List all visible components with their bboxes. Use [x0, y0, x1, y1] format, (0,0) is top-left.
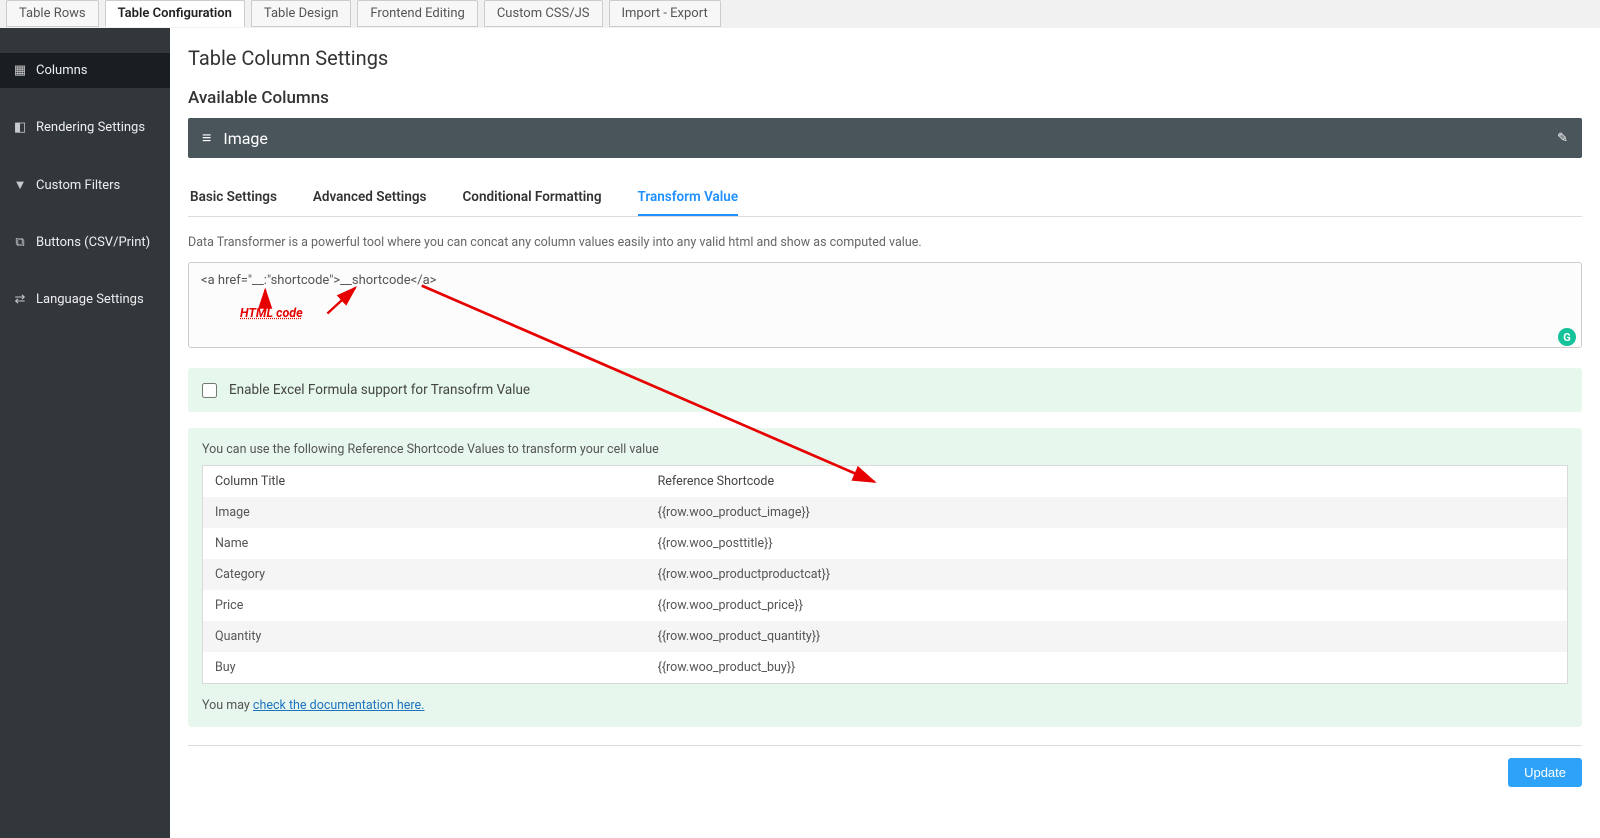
reference-th-shortcode: Reference Shortcode [646, 466, 1568, 498]
reference-column-title: Buy [203, 652, 646, 684]
reference-column-title: Price [203, 590, 646, 621]
sidebar-item-columns[interactable]: ▦ Columns [0, 53, 170, 88]
documentation-link[interactable]: check the documentation here. [253, 698, 425, 713]
reference-th-column-title: Column Title [203, 466, 646, 498]
reference-table: Column Title Reference Shortcode Image{{… [202, 465, 1568, 684]
table-row: Buy{{row.woo_product_buy}} [203, 652, 1568, 684]
columns-icon: ▦ [12, 63, 28, 78]
reference-shortcode-value: {{row.woo_productproductcat}} [646, 559, 1568, 590]
sidebar-item-label: Custom Filters [36, 178, 120, 193]
table-row: Price{{row.woo_product_price}} [203, 590, 1568, 621]
sidebar-item-filters[interactable]: ▼ Custom Filters [0, 167, 170, 203]
sidebar-item-label: Language Settings [36, 292, 144, 307]
page-title: Table Column Settings [188, 46, 1582, 70]
inner-tab-conditional[interactable]: Conditional Formatting [462, 180, 601, 216]
top-tab-frontend-editing[interactable]: Frontend Editing [357, 0, 477, 27]
doc-prefix: You may [202, 698, 253, 713]
reference-column-title: Category [203, 559, 646, 590]
sidebar-item-rendering[interactable]: ◧ Rendering Settings [0, 110, 170, 145]
table-row: Image{{row.woo_product_image}} [203, 497, 1568, 528]
sidebar: ▦ Columns ◧ Rendering Settings ▼ Custom … [0, 28, 170, 838]
rendering-icon: ◧ [12, 120, 28, 135]
transform-description: Data Transformer is a powerful tool wher… [188, 235, 1582, 250]
sidebar-item-label: Rendering Settings [36, 120, 145, 135]
reference-shortcode-value: {{row.woo_product_buy}} [646, 652, 1568, 684]
accordion-title: Image [223, 129, 268, 148]
filter-icon: ▼ [12, 177, 28, 193]
top-tab-import-export[interactable]: Import - Export [609, 0, 721, 27]
top-tab-css-js[interactable]: Custom CSS/JS [484, 0, 603, 27]
top-tab-bar: Table Rows Table Configuration Table Des… [0, 0, 1600, 28]
language-icon: ⇄ [12, 292, 28, 307]
reference-shortcode-value: {{row.woo_posttitle}} [646, 528, 1568, 559]
reference-intro: You can use the following Reference Shor… [202, 442, 1568, 457]
available-columns-heading: Available Columns [188, 88, 1582, 108]
transform-value-textarea[interactable] [188, 262, 1582, 348]
reference-column-title: Image [203, 497, 646, 528]
reference-column-title: Quantity [203, 621, 646, 652]
sidebar-item-buttons[interactable]: ⧉ Buttons (CSV/Print) [0, 225, 170, 260]
top-tab-configuration[interactable]: Table Configuration [105, 0, 245, 27]
inner-tab-basic[interactable]: Basic Settings [190, 180, 277, 216]
excel-formula-checkbox[interactable] [202, 383, 217, 398]
hamburger-icon: ≡ [202, 128, 211, 148]
pencil-icon[interactable]: ✎ [1557, 131, 1568, 146]
grammarly-icon[interactable]: G [1558, 328, 1576, 346]
inner-tab-advanced[interactable]: Advanced Settings [313, 180, 427, 216]
top-tab-design[interactable]: Table Design [251, 0, 351, 27]
doc-line: You may check the documentation here. [202, 698, 1568, 713]
sidebar-item-label: Columns [36, 63, 88, 78]
table-row: Quantity{{row.woo_product_quantity}} [203, 621, 1568, 652]
buttons-icon: ⧉ [12, 235, 28, 250]
accordion-header[interactable]: ≡ Image ✎ [188, 118, 1582, 158]
excel-formula-callout: Enable Excel Formula support for Transof… [188, 368, 1582, 412]
inner-tab-bar: Basic Settings Advanced Settings Conditi… [188, 180, 1582, 217]
reference-shortcode-value: {{row.woo_product_image}} [646, 497, 1568, 528]
excel-formula-label: Enable Excel Formula support for Transof… [229, 382, 530, 398]
table-row: Name{{row.woo_posttitle}} [203, 528, 1568, 559]
reference-shortcode-value: {{row.woo_product_quantity}} [646, 621, 1568, 652]
reference-shortcode-value: {{row.woo_product_price}} [646, 590, 1568, 621]
reference-column-title: Name [203, 528, 646, 559]
table-row: Category{{row.woo_productproductcat}} [203, 559, 1568, 590]
annotation-label: HTML code [240, 306, 303, 321]
sidebar-item-label: Buttons (CSV/Print) [36, 235, 150, 250]
sidebar-item-language[interactable]: ⇄ Language Settings [0, 282, 170, 317]
top-tab-rows[interactable]: Table Rows [6, 0, 99, 27]
inner-tab-transform[interactable]: Transform Value [638, 180, 739, 216]
update-button[interactable]: Update [1508, 758, 1582, 787]
